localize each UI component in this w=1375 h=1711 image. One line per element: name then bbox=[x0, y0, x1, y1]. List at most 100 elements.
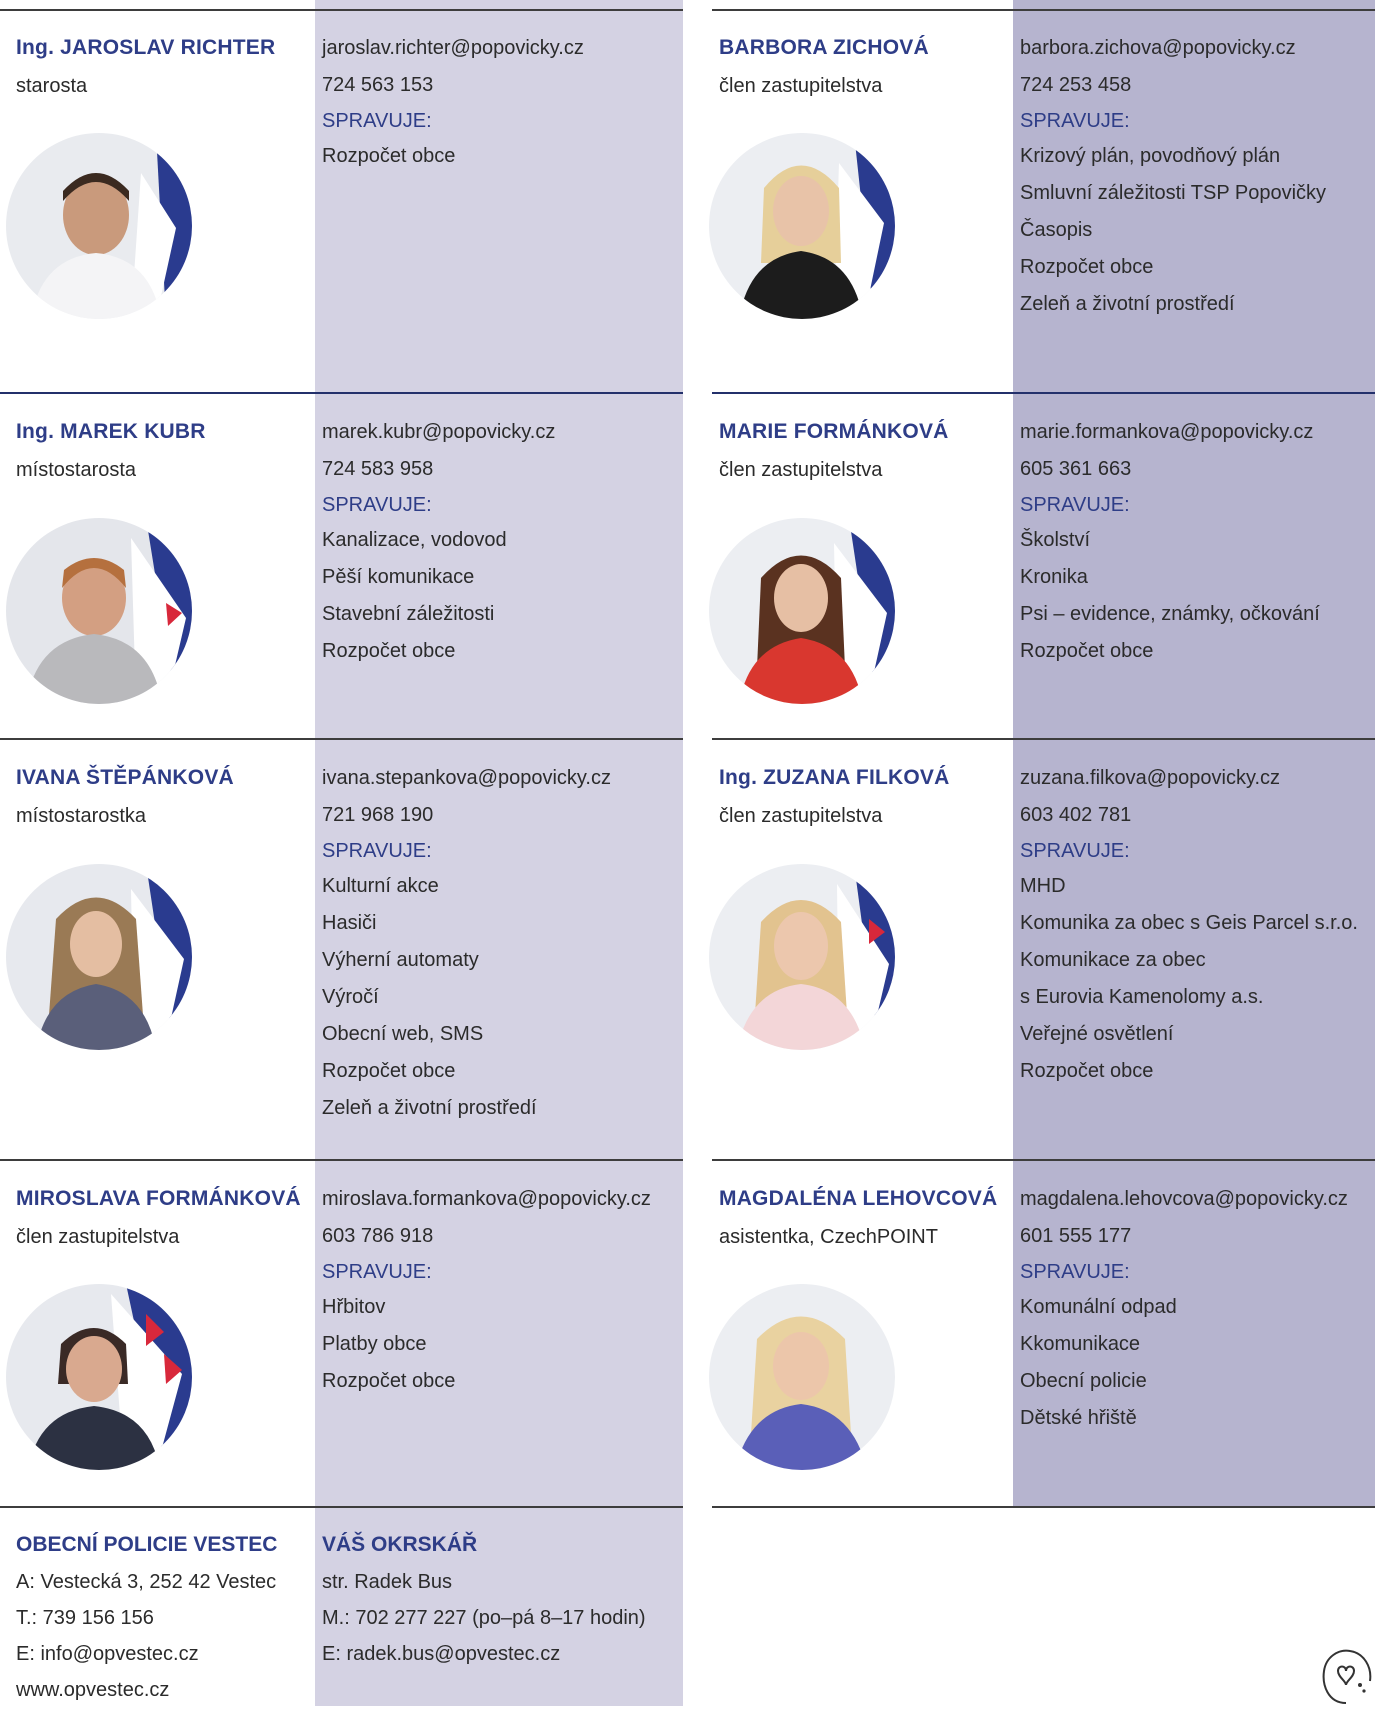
person-role: starosta bbox=[16, 75, 88, 97]
duty-item: Školství bbox=[1020, 529, 1091, 551]
okrskar-title: VÁŠ OKRSKÁŘ bbox=[322, 1533, 478, 1556]
duty-item: Výherní automaty bbox=[322, 949, 479, 971]
contact-info: marie.formankova@popovicky.cz 605 361 66… bbox=[1020, 414, 1320, 670]
police-title: OBECNÍ POLICIE VESTEC bbox=[16, 1533, 278, 1556]
police-details: A: Vestecká 3, 252 42 Vestec T.: 739 156… bbox=[16, 1564, 276, 1708]
woman-portrait-icon bbox=[6, 864, 192, 1050]
duty-item: Obecní policie bbox=[1020, 1370, 1147, 1392]
divider bbox=[712, 738, 1375, 740]
phone-number: 724 563 153 bbox=[322, 74, 434, 96]
person-role: asistentka, CzechPOINT bbox=[719, 1226, 938, 1248]
person-name: IVANA ŠTĚPÁNKOVÁ bbox=[16, 766, 234, 789]
duty-item: Kanalizace, vodovod bbox=[322, 529, 507, 551]
email-link[interactable]: miroslava.formankova@popovicky.cz bbox=[322, 1181, 651, 1218]
contact-info: zuzana.filkova@popovicky.cz 603 402 781 … bbox=[1020, 760, 1358, 1090]
email-link[interactable]: marek.kubr@popovicky.cz bbox=[322, 414, 555, 451]
duty-item: Rozpočet obce bbox=[322, 1060, 456, 1082]
duty-item: Rozpočet obce bbox=[1020, 1060, 1154, 1082]
divider bbox=[0, 1506, 683, 1508]
duty-item: Rozpočet obce bbox=[322, 145, 456, 167]
contact-info: magdalena.lehovcova@popovicky.cz 601 555… bbox=[1020, 1181, 1348, 1437]
sprav-label: SPRAVUJE: bbox=[322, 1261, 432, 1283]
police-address: A: Vestecká 3, 252 42 Vestec bbox=[16, 1571, 277, 1593]
phone-number: 605 361 663 bbox=[1020, 458, 1132, 480]
duty-item: Kkomunikace bbox=[1020, 1333, 1141, 1355]
email-link[interactable]: jaroslav.richter@popovicky.cz bbox=[322, 30, 584, 67]
person-name: Ing. JAROSLAV RICHTER bbox=[16, 36, 276, 59]
contact-info: marek.kubr@popovicky.cz 724 583 958 SPRA… bbox=[322, 414, 555, 670]
heart-doodle-icon bbox=[1318, 1645, 1375, 1711]
person-role: člen zastupitelstva bbox=[719, 805, 883, 827]
email-link[interactable]: zuzana.filkova@popovicky.cz bbox=[1020, 760, 1358, 797]
divider bbox=[712, 1159, 1375, 1161]
duty-item: Hasiči bbox=[322, 912, 377, 934]
phone-number: 603 402 781 bbox=[1020, 804, 1132, 826]
sprav-label: SPRAVUJE: bbox=[1020, 840, 1130, 862]
okrskar-email-link[interactable]: E: radek.bus@opvestec.cz bbox=[322, 1636, 646, 1672]
police-email-link[interactable]: E: info@opvestec.cz bbox=[16, 1636, 276, 1672]
duty-item: Rozpočet obce bbox=[1020, 256, 1154, 278]
okrskar-details: str. Radek Bus M.: 702 277 227 (po–pá 8–… bbox=[322, 1564, 646, 1672]
email-link[interactable]: marie.formankova@popovicky.cz bbox=[1020, 414, 1320, 451]
okrskar-name: str. Radek Bus bbox=[322, 1571, 453, 1593]
person-role: místostarostka bbox=[16, 805, 147, 827]
duty-item: Hřbitov bbox=[322, 1296, 386, 1318]
duty-item: Dětské hřiště bbox=[1020, 1407, 1137, 1429]
duty-item: Komunikace za obec bbox=[1020, 949, 1206, 971]
person-role: člen zastupitelstva bbox=[719, 75, 883, 97]
woman-portrait-icon bbox=[6, 1284, 192, 1470]
person-name: MARIE FORMÁNKOVÁ bbox=[719, 420, 949, 443]
divider bbox=[0, 9, 683, 11]
person-role: člen zastupitelstva bbox=[719, 459, 883, 481]
sprav-label: SPRAVUJE: bbox=[1020, 494, 1130, 516]
duty-item: Pěší komunikace bbox=[322, 566, 475, 588]
duty-item: Rozpočet obce bbox=[322, 1370, 456, 1392]
man-portrait-icon bbox=[6, 133, 192, 319]
duty-item: Veřejné osvětlení bbox=[1020, 1023, 1174, 1045]
duty-item: Stavební záležitosti bbox=[322, 603, 495, 625]
woman-portrait-icon bbox=[709, 864, 895, 1050]
woman-portrait-icon bbox=[709, 133, 895, 319]
sprav-label: SPRAVUJE: bbox=[322, 840, 432, 862]
divider bbox=[712, 1506, 1375, 1508]
phone-number: 724 253 458 bbox=[1020, 74, 1132, 96]
duty-item: Psi – evidence, známky, očkování bbox=[1020, 603, 1320, 625]
duty-item: Časopis bbox=[1020, 219, 1093, 241]
divider bbox=[0, 738, 683, 740]
duty-item: Platby obce bbox=[322, 1333, 427, 1355]
person-name: MIROSLAVA FORMÁNKOVÁ bbox=[16, 1187, 301, 1210]
sprav-label: SPRAVUJE: bbox=[322, 494, 432, 516]
police-web-link[interactable]: www.opvestec.cz bbox=[16, 1672, 276, 1708]
contact-info: miroslava.formankova@popovicky.cz 603 78… bbox=[322, 1181, 651, 1400]
woman-portrait-icon bbox=[709, 518, 895, 704]
contact-info: ivana.stepankova@popovicky.cz 721 968 19… bbox=[322, 760, 611, 1127]
email-link[interactable]: magdalena.lehovcova@popovicky.cz bbox=[1020, 1181, 1348, 1218]
divider bbox=[712, 392, 1375, 394]
email-link[interactable]: ivana.stepankova@popovicky.cz bbox=[322, 760, 611, 797]
sprav-label: SPRAVUJE: bbox=[1020, 110, 1130, 132]
woman-portrait-icon bbox=[709, 1284, 895, 1470]
duty-item: s Eurovia Kamenolomy a.s. bbox=[1020, 986, 1264, 1008]
duty-item: Krizový plán, povodňový plán bbox=[1020, 145, 1281, 167]
police-phone: T.: 739 156 156 bbox=[16, 1607, 154, 1629]
sprav-label: SPRAVUJE: bbox=[322, 110, 432, 132]
duty-item: Rozpočet obce bbox=[1020, 640, 1154, 662]
person-name: Ing. MAREK KUBR bbox=[16, 420, 206, 443]
duty-item: MHD bbox=[1020, 875, 1066, 897]
man-portrait-icon bbox=[6, 518, 192, 704]
person-role: člen zastupitelstva bbox=[16, 1226, 180, 1248]
divider bbox=[0, 1159, 683, 1161]
duty-item: Zeleň a životní prostředí bbox=[1020, 293, 1235, 315]
duty-item: Rozpočet obce bbox=[322, 640, 456, 662]
contact-info: barbora.zichova@popovicky.cz 724 253 458… bbox=[1020, 30, 1326, 323]
person-role: místostarosta bbox=[16, 459, 137, 481]
duty-item: Obecní web, SMS bbox=[322, 1023, 484, 1045]
duty-item: Komunika za obec s Geis Parcel s.r.o. bbox=[1020, 912, 1358, 934]
sprav-label: SPRAVUJE: bbox=[1020, 1261, 1130, 1283]
contact-info: jaroslav.richter@popovicky.cz 724 563 15… bbox=[322, 30, 584, 175]
phone-number: 601 555 177 bbox=[1020, 1225, 1132, 1247]
divider bbox=[0, 392, 683, 394]
person-name: MAGDALÉNA LEHOVCOVÁ bbox=[719, 1187, 998, 1210]
phone-number: 721 968 190 bbox=[322, 804, 434, 826]
email-link[interactable]: barbora.zichova@popovicky.cz bbox=[1020, 30, 1326, 67]
